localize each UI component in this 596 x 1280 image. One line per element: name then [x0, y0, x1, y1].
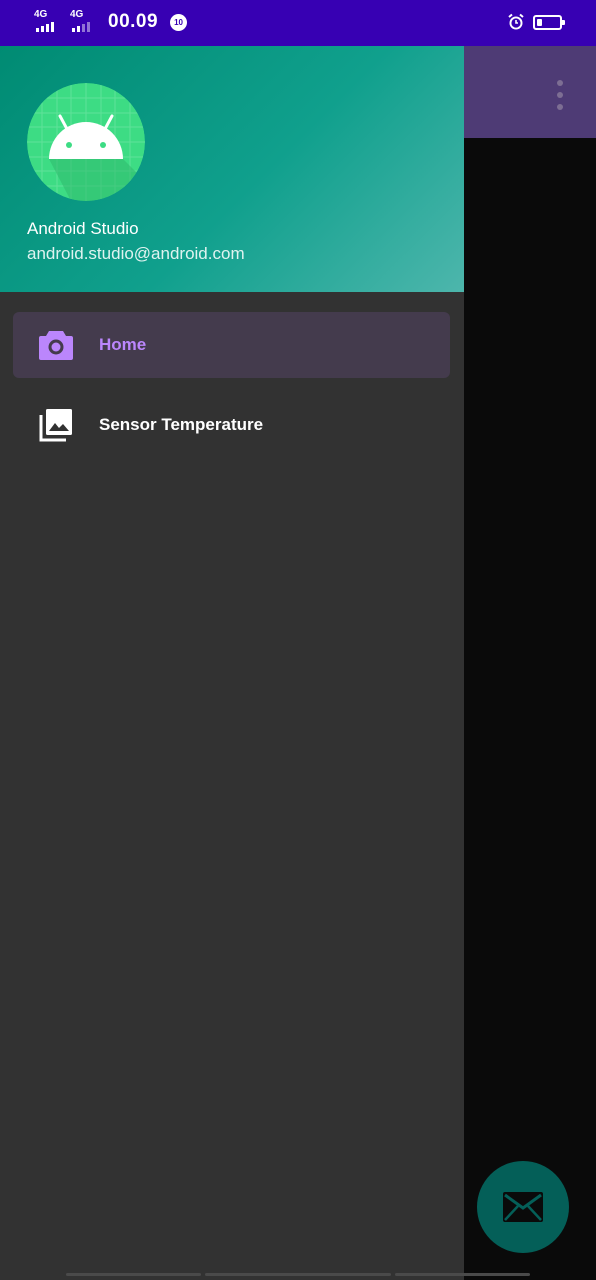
- network-type-2: 4G: [70, 9, 84, 20]
- signal-icon: 4G: [34, 10, 62, 34]
- nav-item-label: Sensor Temperature: [99, 415, 264, 434]
- android-icon: [27, 83, 145, 201]
- status-bar-right: [507, 13, 565, 31]
- nav-item-label: Home: [99, 335, 147, 354]
- user-email: android.studio@android.com: [27, 244, 245, 263]
- more-vert-icon[interactable]: [554, 80, 566, 110]
- status-bar: 4G 4G 00.09 10: [0, 0, 596, 46]
- app-bar: [464, 46, 596, 138]
- mail-fab-button[interactable]: [477, 1161, 569, 1253]
- nav-item-home[interactable]: Home: [13, 312, 450, 378]
- battery-icon: [533, 14, 565, 30]
- status-bar-left: 4G 4G 00.09 10: [34, 10, 188, 34]
- gallery-icon: [39, 409, 72, 442]
- mail-icon: [503, 1192, 543, 1222]
- drawer-header: Android Studio android.studio@android.co…: [0, 46, 464, 292]
- navigation-drawer: Android Studio android.studio@android.co…: [0, 46, 464, 1280]
- notification-icon: 10: [170, 13, 188, 31]
- network-type-1: 4G: [34, 9, 48, 20]
- clock: 00.09: [108, 11, 159, 32]
- user-name: Android Studio: [27, 219, 139, 238]
- alarm-icon: [508, 13, 524, 30]
- signal-icon: 4G: [70, 10, 98, 34]
- nav-item-sensor-temperature[interactable]: Sensor Temperature: [13, 392, 450, 458]
- gesture-bar: [66, 1273, 530, 1276]
- camera-icon: [39, 331, 73, 360]
